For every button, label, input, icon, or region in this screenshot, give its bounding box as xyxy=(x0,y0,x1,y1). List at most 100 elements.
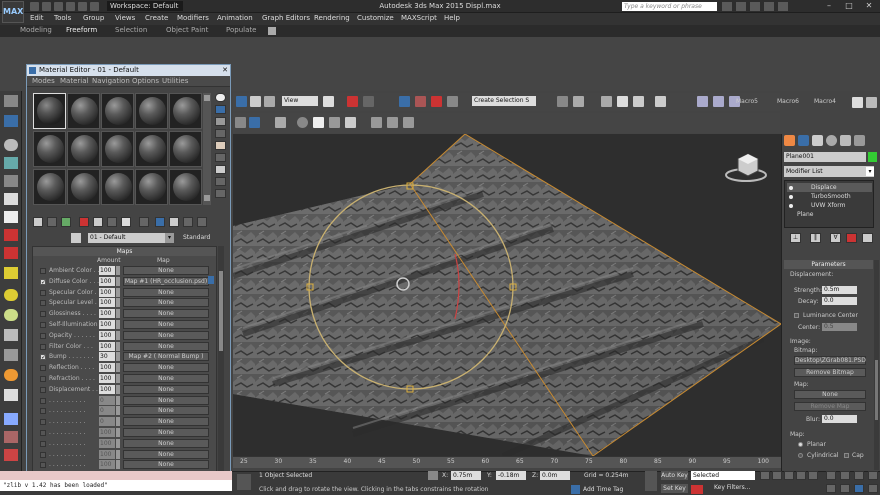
field-of-view-icon[interactable] xyxy=(826,484,836,493)
tab-object-paint[interactable]: Object Paint xyxy=(166,26,208,34)
sun-tool-icon[interactable] xyxy=(4,369,18,381)
z-coord-field[interactable]: 0.0m xyxy=(540,471,570,480)
material-sample-slot[interactable] xyxy=(169,93,202,129)
bind-space-icon[interactable] xyxy=(403,117,414,128)
map-amount-spinner[interactable] xyxy=(116,363,120,373)
me-menu-navigation[interactable]: Navigation xyxy=(92,77,130,85)
material-sample-slot[interactable] xyxy=(67,131,100,167)
map-amount-spinner[interactable] xyxy=(116,417,120,427)
map-amount-field[interactable]: 100 xyxy=(99,341,115,351)
select-by-material-icon[interactable] xyxy=(215,177,226,186)
material-sample-slot[interactable] xyxy=(33,169,66,205)
reset-map-icon[interactable] xyxy=(79,217,89,227)
maps-rollout-header[interactable]: Maps xyxy=(33,247,216,256)
material-editor-window[interactable]: Material Editor - 01 - Default ✕ Modes M… xyxy=(26,64,231,479)
ribbon-options-icon[interactable] xyxy=(268,27,276,35)
tab-selection[interactable]: Selection xyxy=(115,26,147,34)
sample-uv-tiling-icon[interactable] xyxy=(215,129,226,138)
parameters-header[interactable]: Parameters xyxy=(784,260,873,269)
map-amount-spinner[interactable] xyxy=(116,320,120,329)
map-enable-checkbox[interactable] xyxy=(40,397,46,404)
utilities-tab-icon[interactable] xyxy=(854,135,865,146)
pivot-icon[interactable] xyxy=(323,96,334,107)
toolbar-extra-icon[interactable] xyxy=(866,97,877,108)
scene-explorer-icon[interactable] xyxy=(4,449,18,461)
mirror-icon[interactable] xyxy=(557,96,568,107)
map-enable-checkbox[interactable]: ✓ xyxy=(40,354,46,361)
create-tab-icon[interactable] xyxy=(784,135,795,146)
map-slot-button[interactable]: None xyxy=(123,374,209,383)
map-amount-field[interactable]: 100 xyxy=(99,374,115,383)
align-tool-icon[interactable] xyxy=(4,267,18,279)
menu-animation[interactable]: Animation xyxy=(217,14,253,22)
light-tool-icon[interactable] xyxy=(4,289,18,301)
curve-editor-icon[interactable] xyxy=(633,96,644,107)
macro4-button[interactable]: Macro4 xyxy=(814,98,836,105)
map-button[interactable]: None xyxy=(794,390,866,399)
map-amount-field[interactable]: 100 xyxy=(99,298,115,308)
help-icon[interactable] xyxy=(778,2,788,11)
maximize-icon[interactable]: □ xyxy=(840,0,858,12)
material-sample-slot[interactable] xyxy=(67,169,100,205)
material-sample-slot[interactable] xyxy=(33,93,66,129)
map-amount-spinner[interactable] xyxy=(116,266,120,275)
make-preview-icon[interactable] xyxy=(215,153,226,162)
background-icon[interactable] xyxy=(215,117,226,126)
map-slot-button[interactable]: None xyxy=(123,428,209,437)
map-amount-spinner[interactable] xyxy=(116,449,120,459)
map-slot-button[interactable]: None xyxy=(123,309,209,319)
map-amount-field[interactable]: 100 xyxy=(99,309,115,319)
center-field[interactable]: 0.5 xyxy=(822,323,857,331)
map-slot-button[interactable]: None xyxy=(123,287,209,297)
hand-icon[interactable] xyxy=(345,117,356,128)
sample-type-icon[interactable] xyxy=(215,93,226,102)
map-enable-checkbox[interactable] xyxy=(40,311,46,318)
motion-tab-icon[interactable] xyxy=(826,135,837,146)
remove-map-button[interactable]: Remove Map xyxy=(794,402,866,411)
render-setup-icon[interactable] xyxy=(713,96,724,107)
map-enable-checkbox[interactable] xyxy=(40,376,46,382)
map-amount-spinner[interactable] xyxy=(116,352,120,362)
map-enable-checkbox[interactable] xyxy=(40,343,46,350)
modify-tab-icon[interactable] xyxy=(798,135,809,146)
teapot-tool-icon[interactable] xyxy=(4,389,18,401)
map-slot-button[interactable]: None xyxy=(123,406,209,416)
material-type-button[interactable]: Standard xyxy=(183,234,210,241)
map-enable-checkbox[interactable] xyxy=(40,386,46,393)
macro6-button[interactable]: Macro6 xyxy=(777,98,799,105)
set-key-button[interactable]: Set Key xyxy=(661,484,688,493)
map-enable-checkbox[interactable] xyxy=(40,462,46,469)
pan-icon[interactable] xyxy=(840,484,850,493)
map-amount-field[interactable]: 100 xyxy=(99,449,115,459)
maximize-viewport-icon[interactable] xyxy=(868,471,878,480)
new-file-icon[interactable] xyxy=(30,2,39,11)
spinner-snap-icon[interactable] xyxy=(447,96,458,107)
unlink-icon[interactable] xyxy=(387,117,398,128)
map-enable-checkbox[interactable] xyxy=(40,332,46,339)
map-amount-field[interactable]: 100 xyxy=(99,320,115,329)
map-slot-button[interactable]: Map #2 ( Normal Bump ) xyxy=(123,352,209,362)
blur-field[interactable]: 0.0 xyxy=(822,415,857,423)
map-amount-field[interactable]: 0 xyxy=(99,395,115,405)
menu-views[interactable]: Views xyxy=(115,14,135,22)
timeline-ruler[interactable]: 25 30 35 40 45 50 55 60 65 70 75 80 85 90 95 100 xyxy=(233,456,781,468)
link-tool-icon[interactable] xyxy=(4,157,18,169)
show-shaded-icon[interactable] xyxy=(155,217,165,227)
maxscript-listener-input[interactable] xyxy=(0,471,232,480)
map-enable-checkbox[interactable] xyxy=(40,289,46,296)
redo-icon[interactable] xyxy=(78,2,87,11)
object-name-field[interactable]: Plane001 xyxy=(784,152,866,162)
y-coord-field[interactable]: -0.18m xyxy=(496,471,526,480)
tab-populate[interactable]: Populate xyxy=(226,26,256,34)
select-tool-icon[interactable] xyxy=(4,115,18,127)
me-menu-utilities[interactable]: Utilities xyxy=(162,77,188,85)
make-copy-icon[interactable] xyxy=(93,217,103,227)
material-name-field[interactable]: 01 - Default xyxy=(88,233,170,243)
absolute-mode-icon[interactable] xyxy=(428,471,438,480)
map-slot-button[interactable]: None xyxy=(123,320,209,329)
map-amount-field[interactable]: 100 xyxy=(99,384,115,394)
put-to-library-icon[interactable] xyxy=(121,217,131,227)
map-amount-spinner[interactable] xyxy=(116,428,120,437)
next-frame-icon[interactable] xyxy=(796,471,806,480)
snap-tool-icon[interactable] xyxy=(4,431,18,443)
